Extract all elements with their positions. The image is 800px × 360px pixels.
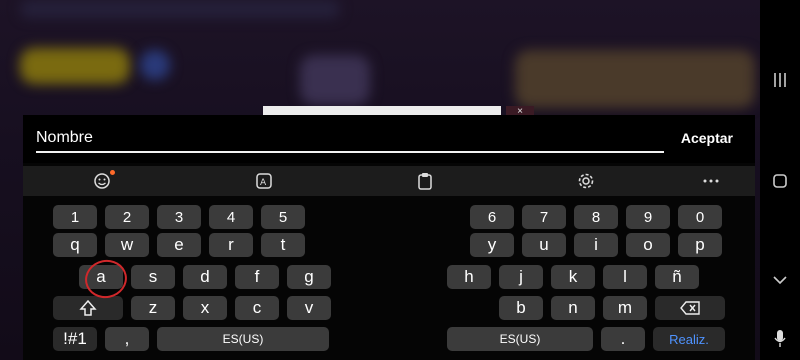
- key-g[interactable]: g: [287, 265, 331, 289]
- key-u[interactable]: u: [522, 233, 566, 257]
- key-p[interactable]: p: [678, 233, 722, 257]
- key-l[interactable]: l: [603, 265, 647, 289]
- key-4[interactable]: 4: [209, 205, 253, 229]
- recent-apps-icon: [774, 73, 786, 87]
- key-e[interactable]: e: [157, 233, 201, 257]
- space-bar-left[interactable]: ES(US): [157, 327, 329, 351]
- input-row: Nombre Aceptar: [23, 115, 755, 163]
- key-v[interactable]: v: [287, 296, 331, 320]
- more-icon: [703, 179, 719, 183]
- keyboard-toolbar: A: [23, 166, 755, 196]
- space-bar-right[interactable]: ES(US): [447, 327, 593, 351]
- key-y[interactable]: y: [470, 233, 514, 257]
- more-options-button[interactable]: [700, 171, 722, 191]
- key-n[interactable]: n: [551, 296, 595, 320]
- key-o[interactable]: o: [626, 233, 670, 257]
- key-d[interactable]: d: [183, 265, 227, 289]
- key-b[interactable]: b: [499, 296, 543, 320]
- symbols-key[interactable]: !#1: [53, 327, 97, 351]
- key-w[interactable]: w: [105, 233, 149, 257]
- shift-key[interactable]: [53, 296, 123, 320]
- key-k[interactable]: k: [551, 265, 595, 289]
- key-r[interactable]: r: [209, 233, 253, 257]
- key-0[interactable]: 0: [678, 205, 722, 229]
- recent-apps-button[interactable]: [771, 71, 789, 89]
- key-6[interactable]: 6: [470, 205, 514, 229]
- key-q[interactable]: q: [53, 233, 97, 257]
- shift-icon: [79, 299, 97, 316]
- comma-key[interactable]: ,: [105, 327, 149, 351]
- microphone-icon: [774, 330, 786, 347]
- translate-icon: A: [256, 173, 272, 189]
- key-m[interactable]: m: [603, 296, 647, 320]
- period-key[interactable]: .: [601, 327, 645, 351]
- navigation-bar: [760, 0, 800, 360]
- translate-button[interactable]: A: [253, 171, 275, 191]
- key-n-tilde[interactable]: ñ: [655, 265, 699, 289]
- key-3[interactable]: 3: [157, 205, 201, 229]
- home-button[interactable]: [771, 172, 789, 190]
- key-2[interactable]: 2: [105, 205, 149, 229]
- key-9[interactable]: 9: [626, 205, 670, 229]
- key-j[interactable]: j: [499, 265, 543, 289]
- accept-button[interactable]: Aceptar: [681, 130, 733, 146]
- key-s[interactable]: s: [131, 265, 175, 289]
- key-t[interactable]: t: [261, 233, 305, 257]
- backspace-key[interactable]: [655, 296, 725, 320]
- key-f[interactable]: f: [235, 265, 279, 289]
- home-icon: [773, 174, 787, 188]
- keyboard-panel: Nombre Aceptar A 1 2 3 4 5 q w e r t a s…: [23, 115, 755, 360]
- name-input[interactable]: Nombre: [36, 125, 664, 153]
- done-key[interactable]: Realiz.: [653, 327, 725, 351]
- key-i[interactable]: i: [574, 233, 618, 257]
- voice-input-button[interactable]: [771, 330, 789, 348]
- svg-text:A: A: [260, 178, 267, 188]
- clipboard-button[interactable]: [414, 171, 436, 191]
- backspace-icon: [680, 301, 700, 315]
- key-7[interactable]: 7: [522, 205, 566, 229]
- key-5[interactable]: 5: [261, 205, 305, 229]
- key-h[interactable]: h: [447, 265, 491, 289]
- back-button[interactable]: [771, 271, 789, 289]
- gear-icon: [578, 173, 594, 189]
- key-1[interactable]: 1: [53, 205, 97, 229]
- key-8[interactable]: 8: [574, 205, 618, 229]
- emoji-button[interactable]: [91, 170, 115, 191]
- emoji-icon: [94, 173, 110, 189]
- settings-button[interactable]: [575, 171, 597, 191]
- notification-dot: [110, 170, 115, 175]
- chevron-down-icon: [773, 276, 787, 285]
- clipboard-icon: [418, 173, 432, 190]
- key-c[interactable]: c: [235, 296, 279, 320]
- key-z[interactable]: z: [131, 296, 175, 320]
- key-x[interactable]: x: [183, 296, 227, 320]
